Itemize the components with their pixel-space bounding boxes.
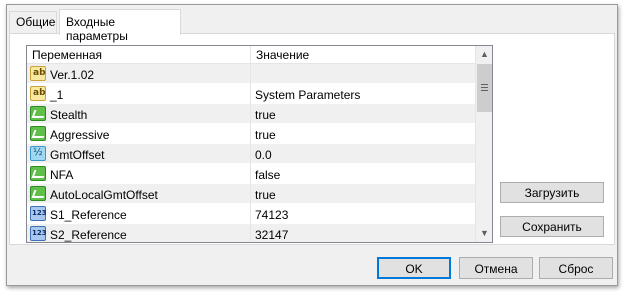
table-row[interactable]: Aggressive true [27,124,475,144]
column-header-value[interactable]: Значение [251,46,475,64]
bool-type-icon [30,166,46,181]
tab-input-parameters[interactable]: Входные параметры [59,9,181,43]
table-row[interactable]: S1_Reference 74123 [27,204,475,224]
variable-cell[interactable]: GmtOffset [27,144,251,164]
value-cell[interactable]: 0.0 [251,144,475,164]
reset-button[interactable]: Сброс [539,257,613,279]
scroll-thumb[interactable] [477,64,492,112]
table-row[interactable]: S2_Reference 32147 [27,224,475,242]
cancel-button[interactable]: Отмена [459,257,533,279]
tab-general[interactable]: Общие [9,11,57,33]
value-cell[interactable]: true [251,184,475,204]
thumb-grip-line [481,87,488,88]
dialog-window: Общие Входные параметры Переменная Значе… [6,4,618,286]
scroll-up-icon[interactable]: ▲ [476,46,492,63]
variable-name: GmtOffset [50,148,105,162]
save-button[interactable]: Сохранить [500,216,604,237]
value-cell[interactable]: 32147 [251,224,475,242]
value-cell[interactable] [251,64,475,84]
variable-name: AutoLocalGmtOffset [50,188,158,202]
variable-cell[interactable]: S1_Reference [27,204,251,224]
variable-cell[interactable]: NFA [27,164,251,184]
tab-panel: Переменная Значение Ver.1.02 _1 System Par… [9,33,615,245]
ok-button[interactable]: OK [377,257,451,279]
variable-cell[interactable]: S2_Reference [27,224,251,242]
scroll-down-icon[interactable]: ▼ [476,225,492,242]
table-row[interactable]: NFA false [27,164,475,184]
double-type-icon [30,146,46,161]
variable-name: Ver.1.02 [50,68,95,82]
parameters-grid: Переменная Значение Ver.1.02 _1 System Par… [26,45,493,243]
variable-cell[interactable]: AutoLocalGmtOffset [27,184,251,204]
bool-type-icon [30,126,46,141]
variable-name: S2_Reference [50,228,127,242]
variable-name: S1_Reference [50,208,127,222]
table-row[interactable]: Stealth true [27,104,475,124]
string-type-icon [30,86,46,101]
table-row[interactable]: GmtOffset 0.0 [27,144,475,164]
value-cell[interactable]: true [251,124,475,144]
string-type-icon [30,66,46,81]
grid-header: Переменная Значение [27,46,475,64]
bool-type-icon [30,106,46,121]
grid-rows: Ver.1.02_1System ParametersStealthtrueAg… [27,64,475,242]
variable-cell[interactable]: Stealth [27,104,251,124]
variable-name: NFA [50,168,74,182]
thumb-grip-line [481,84,488,85]
variable-cell[interactable]: _1 [27,84,251,104]
thumb-grip-line [481,90,488,91]
integer-type-icon [30,226,47,241]
value-cell[interactable]: 74123 [251,204,475,224]
column-header-variable[interactable]: Переменная [27,46,251,64]
variable-name: _1 [50,88,64,102]
vertical-scrollbar[interactable]: ▲ ▼ [475,46,492,242]
table-row[interactable]: AutoLocalGmtOffset true [27,184,475,204]
value-cell[interactable]: true [251,104,475,124]
variable-cell[interactable]: Ver.1.02 [27,64,251,84]
table-row[interactable]: Ver.1.02 [27,64,475,84]
load-button[interactable]: Загрузить [500,182,604,203]
variable-name: Aggressive [50,128,110,142]
variable-cell[interactable]: Aggressive [27,124,251,144]
value-cell[interactable]: false [251,164,475,184]
variable-name: Stealth [50,108,88,122]
bool-type-icon [30,186,46,201]
integer-type-icon [30,206,47,221]
value-cell[interactable]: System Parameters [251,84,475,104]
table-row[interactable]: _1 System Parameters [27,84,475,104]
